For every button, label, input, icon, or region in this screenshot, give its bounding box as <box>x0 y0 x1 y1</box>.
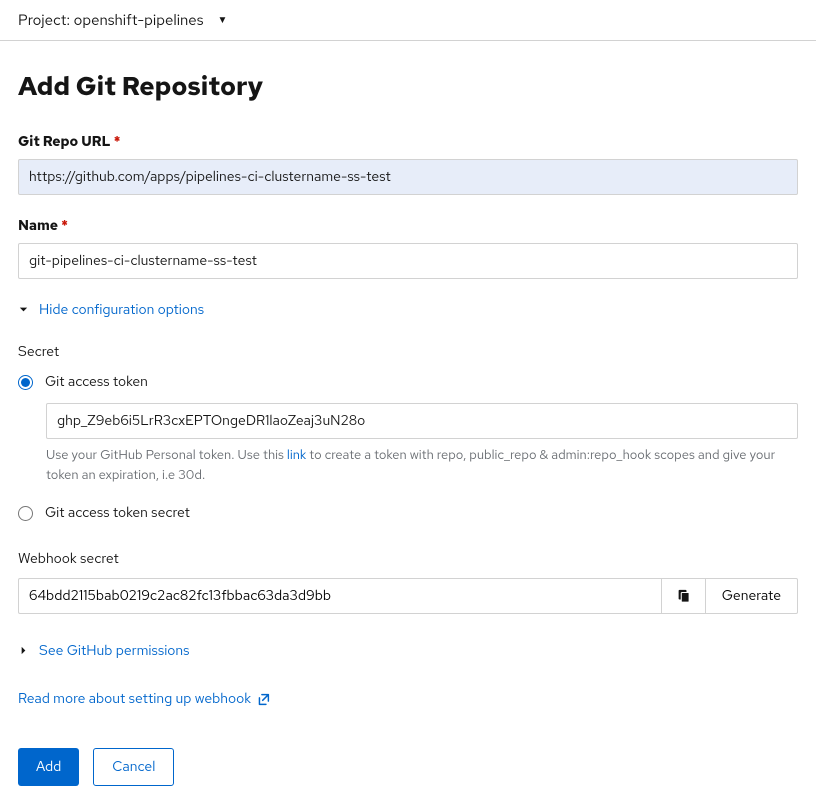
page-title: Add Git Repository <box>18 69 798 103</box>
webhook-copy-button[interactable] <box>661 578 705 614</box>
add-button[interactable]: Add <box>18 748 79 786</box>
radio-token-label: Git access token <box>45 373 148 391</box>
name-label: Name <box>18 217 798 235</box>
radio-secret-input[interactable] <box>18 506 33 521</box>
webhook-row: Generate <box>18 578 798 614</box>
page-content: Add Git Repository Git Repo URL Name Hid… <box>0 41 816 804</box>
chevron-down-icon <box>18 302 29 319</box>
token-block: Use your GitHub Personal token. Use this… <box>46 403 798 484</box>
radio-token-input[interactable] <box>18 375 33 390</box>
git-repo-url-group: Git Repo URL <box>18 133 798 195</box>
git-repo-url-input[interactable] <box>18 159 798 195</box>
git-repo-url-label: Git Repo URL <box>18 133 798 151</box>
radio-git-access-token-secret[interactable]: Git access token secret <box>18 504 798 522</box>
webhook-generate-button[interactable]: Generate <box>705 578 798 614</box>
hide-config-toggle[interactable]: Hide configuration options <box>18 301 798 319</box>
cancel-button[interactable]: Cancel <box>93 748 174 786</box>
hide-config-label: Hide configuration options <box>39 301 204 319</box>
chevron-right-icon <box>18 643 29 660</box>
permissions-label: See GitHub permissions <box>39 642 189 660</box>
project-dropdown-caret[interactable]: ▼ <box>218 14 228 27</box>
token-help-text: Use your GitHub Personal token. Use this… <box>46 445 798 484</box>
github-permissions-toggle[interactable]: See GitHub permissions <box>18 642 798 660</box>
button-row: Add Cancel <box>18 748 798 786</box>
project-bar: Project: openshift-pipelines ▼ <box>0 0 816 41</box>
name-group: Name <box>18 217 798 279</box>
webhook-label: Webhook secret <box>18 550 798 568</box>
project-label: Project: openshift-pipelines <box>18 10 204 30</box>
external-link-icon <box>257 693 270 706</box>
radio-secret-label: Git access token secret <box>45 504 190 522</box>
read-more-webhook-link[interactable]: Read more about setting up webhook <box>18 690 270 708</box>
name-input[interactable] <box>18 243 798 279</box>
token-help-link[interactable]: link <box>287 446 306 463</box>
radio-git-access-token[interactable]: Git access token <box>18 373 798 391</box>
copy-icon <box>676 589 690 603</box>
webhook-input[interactable] <box>18 578 661 614</box>
token-input[interactable] <box>46 403 798 439</box>
secret-section-label: Secret <box>18 343 798 361</box>
